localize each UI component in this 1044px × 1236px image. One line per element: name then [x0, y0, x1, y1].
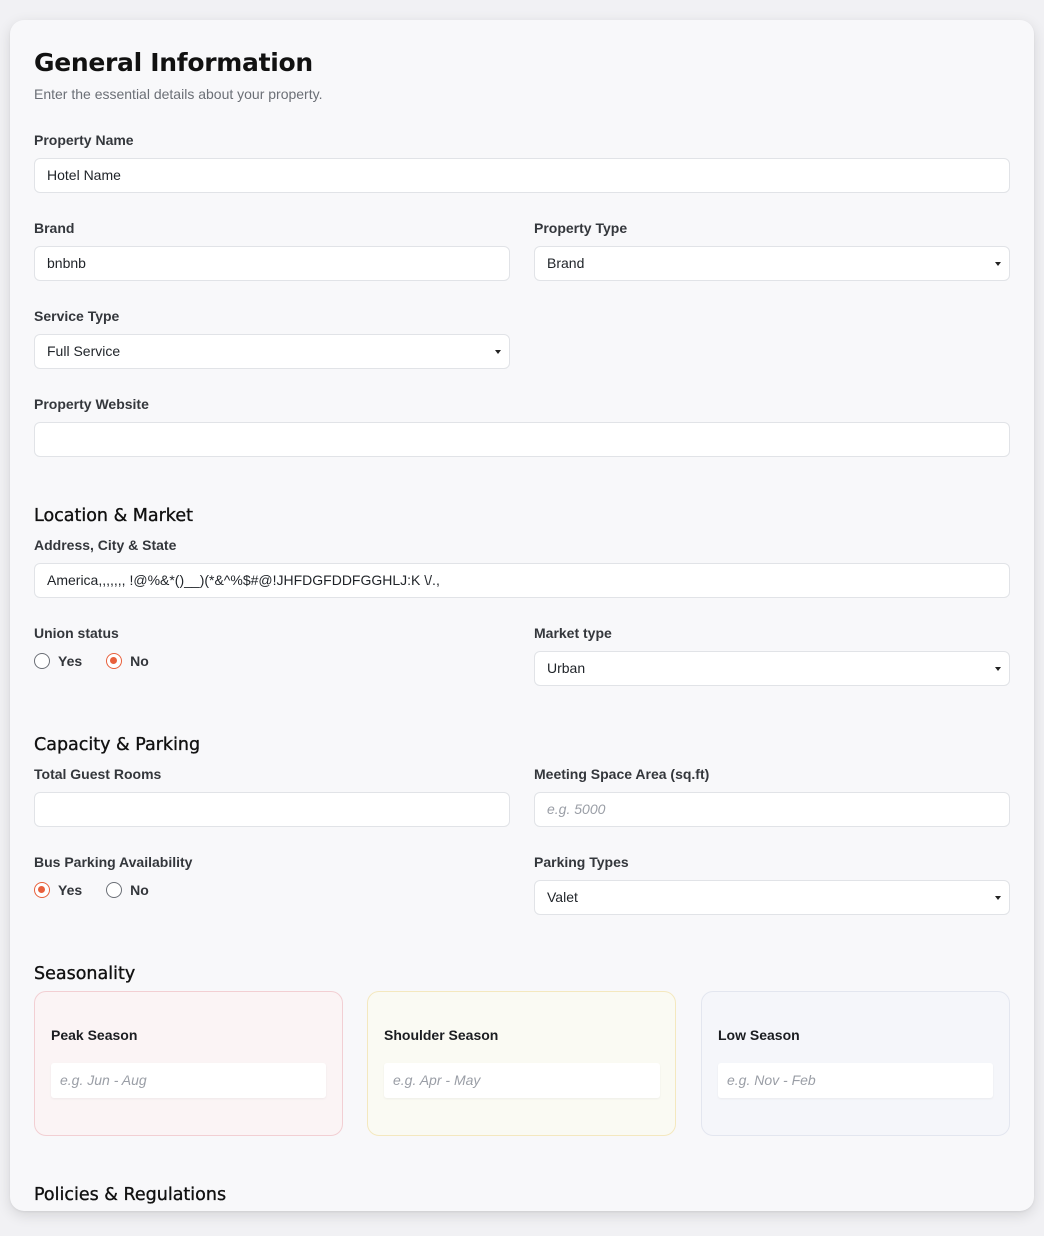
- bus-parking-no-label: No: [130, 882, 149, 898]
- general-information-card: General Information Enter the essential …: [10, 20, 1034, 1211]
- policies-section-title: Policies & Regulations: [34, 1185, 227, 1205]
- peak-season-placeholder: e.g. Jun - Aug: [60, 1072, 147, 1088]
- property-type-value: Brand: [547, 255, 585, 271]
- meeting-space-label: Meeting Space Area (sq.ft): [534, 766, 710, 782]
- bus-parking-yes-option[interactable]: Yes: [34, 882, 82, 898]
- service-type-value: Full Service: [47, 343, 121, 359]
- location-section-title: Location & Market: [34, 506, 193, 526]
- bus-parking-radio-group: Yes No: [34, 882, 173, 898]
- brand-input[interactable]: bnbnb: [34, 246, 510, 281]
- page-title: General Information: [34, 48, 313, 77]
- low-season-placeholder: e.g. Nov - Feb: [727, 1072, 816, 1088]
- property-name-label: Property Name: [34, 132, 134, 148]
- property-type-label: Property Type: [534, 220, 628, 236]
- parking-types-value: Valet: [547, 889, 578, 905]
- capacity-section-title: Capacity & Parking: [34, 735, 201, 755]
- bus-parking-yes-radio[interactable]: [34, 882, 50, 898]
- union-status-radio-group: Yes No: [34, 653, 173, 669]
- shoulder-season-input[interactable]: e.g. Apr - May: [384, 1063, 660, 1098]
- total-rooms-input[interactable]: [34, 792, 510, 827]
- property-website-label: Property Website: [34, 396, 149, 412]
- property-type-select[interactable]: Brand: [534, 246, 1010, 281]
- shoulder-season-card: Shoulder Season e.g. Apr - May: [367, 991, 676, 1136]
- property-website-input[interactable]: [34, 422, 1010, 457]
- shoulder-season-title: Shoulder Season: [384, 1027, 499, 1043]
- union-status-yes-option[interactable]: Yes: [34, 653, 82, 669]
- address-input[interactable]: America,,,,,,, !@%&*()__)(*&^%$#@!JHFDGF…: [34, 563, 1010, 598]
- peak-season-input[interactable]: e.g. Jun - Aug: [51, 1063, 326, 1098]
- parking-types-select[interactable]: Valet: [534, 880, 1010, 915]
- union-status-yes-radio[interactable]: [34, 653, 50, 669]
- service-type-select[interactable]: Full Service: [34, 334, 510, 369]
- union-status-no-radio[interactable]: [106, 653, 123, 669]
- peak-season-title: Peak Season: [51, 1027, 138, 1043]
- union-status-no-label: No: [130, 653, 149, 669]
- market-type-select[interactable]: Urban: [534, 651, 1010, 686]
- shoulder-season-placeholder: e.g. Apr - May: [393, 1072, 481, 1088]
- low-season-input[interactable]: e.g. Nov - Feb: [718, 1063, 993, 1098]
- service-type-label: Service Type: [34, 308, 120, 324]
- market-type-label: Market type: [534, 625, 612, 641]
- seasonality-section-title: Seasonality: [34, 964, 136, 984]
- union-status-no-option[interactable]: No: [106, 653, 149, 669]
- meeting-space-placeholder: e.g. 5000: [547, 801, 606, 817]
- low-season-title: Low Season: [718, 1027, 800, 1043]
- address-label: Address, City & State: [34, 537, 177, 553]
- bus-parking-yes-label: Yes: [58, 882, 83, 898]
- property-name-input[interactable]: Hotel Name: [34, 158, 1010, 193]
- total-rooms-label: Total Guest Rooms: [34, 766, 162, 782]
- union-status-yes-label: Yes: [58, 653, 83, 669]
- parking-types-label: Parking Types: [534, 854, 629, 870]
- page-subtitle: Enter the essential details about your p…: [34, 86, 323, 102]
- union-status-label: Union status: [34, 625, 119, 641]
- low-season-card: Low Season e.g. Nov - Feb: [701, 991, 1010, 1136]
- peak-season-card: Peak Season e.g. Jun - Aug: [34, 991, 343, 1136]
- market-type-value: Urban: [547, 660, 586, 676]
- bus-parking-label: Bus Parking Availability: [34, 854, 193, 870]
- brand-label: Brand: [34, 220, 75, 236]
- meeting-space-input[interactable]: e.g. 5000: [534, 792, 1010, 827]
- bus-parking-no-radio[interactable]: [106, 882, 123, 898]
- bus-parking-no-option[interactable]: No: [106, 882, 149, 898]
